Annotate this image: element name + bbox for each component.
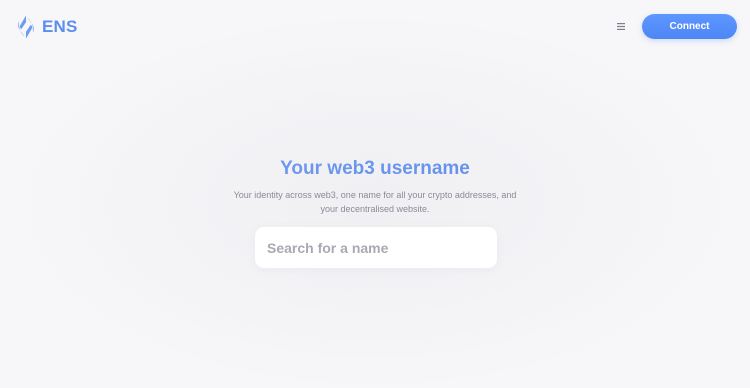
search-input[interactable] [255,227,497,268]
connect-button[interactable]: Connect [642,14,737,39]
brand-name: ENS [42,17,78,36]
top-nav: ENS Connect [0,0,750,54]
hamburger-menu-icon [617,22,625,30]
hero-subtitle: Your identity across web3, one name for … [233,190,517,214]
ens-logo-icon [17,15,35,39]
menu-button[interactable] [614,18,628,34]
hero-section: Your web3 username Your identity across … [0,155,750,216]
search-box [255,227,497,268]
hero-title: Your web3 username [0,155,750,183]
ens-logo-link[interactable]: ENS [14,14,78,40]
